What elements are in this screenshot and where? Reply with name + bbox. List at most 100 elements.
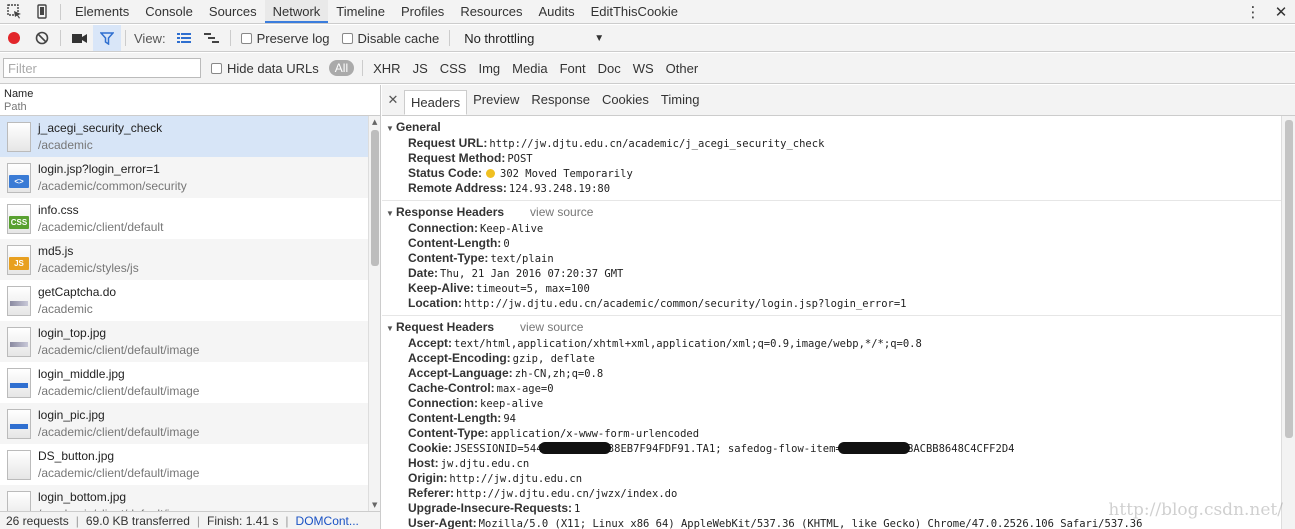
overview-button[interactable] [198,25,226,51]
tab-elements[interactable]: Elements [67,0,137,23]
large-rows-button[interactable] [170,25,198,51]
filter-type-img[interactable]: Img [478,61,500,76]
request-detail-panel: ✕ Headers Preview Response Cookies Timing ▼ G… [382,85,1295,529]
filter-type-js[interactable]: JS [413,61,428,76]
tab-network[interactable]: Network [264,0,329,23]
detail-tab-preview[interactable]: Preview [467,85,525,115]
request-headers-title: Request Headers [396,320,495,334]
tab-sources[interactable]: Sources [201,0,265,23]
filter-toggle-button[interactable] [93,25,121,51]
detail-tab-timing[interactable]: Timing [655,85,706,115]
header-name: Accept-Encoding: [408,351,511,365]
tab-timeline[interactable]: Timeline [328,0,393,23]
filter-input[interactable] [3,58,201,78]
detail-tab-headers[interactable]: Headers [404,90,468,115]
more-menu-icon[interactable]: ⋮ [1239,0,1267,23]
request-row[interactable]: CSS info.css/academic/client/default [0,198,368,239]
request-list-scrollbar[interactable]: ▲ ▼ [368,116,380,511]
header-name: Referer: [408,486,455,500]
close-devtools-icon[interactable]: ✕ [1267,0,1295,23]
scroll-down-icon[interactable]: ▼ [372,501,377,509]
inspect-element-icon[interactable] [0,0,28,23]
device-mode-icon[interactable] [28,0,56,23]
scrollbar-thumb[interactable] [1285,120,1293,438]
header-row: Content-Type: application/x-www-form-urle… [382,426,1281,441]
detail-tab-cookies[interactable]: Cookies [596,85,655,115]
filter-bar: Hide data URLs All XHR JS CSS Img Media Font D… [0,53,1295,84]
clear-button[interactable] [28,25,56,51]
network-toolbar: View: Preserve log Disable cache No thro… [0,25,1295,52]
request-name: login_middle.jpg [38,367,125,381]
request-text: login.jsp?login_error=1/academic/common/… [38,161,187,194]
checkbox-box[interactable] [240,32,252,44]
checkbox-box[interactable] [211,62,222,74]
header-value: 124.93.248.19:80 [508,183,611,195]
request-path: /academic/client/default/image [38,343,200,357]
request-row[interactable]: login_middle.jpg/academic/client/default… [0,362,368,403]
detail-scrollbar[interactable] [1281,116,1295,529]
tab-audits[interactable]: Audits [530,0,582,23]
name-column-header[interactable]: Name Path [0,85,380,116]
expand-triangle-icon: ▼ [386,324,394,333]
request-text: j_acegi_security_check/academic [38,120,162,153]
request-path: /academic [38,302,93,316]
request-row[interactable]: j_acegi_security_check/academic [0,116,368,157]
response-headers-toggle[interactable]: ▼ Response Headers view source [382,203,1281,221]
scrollbar-thumb[interactable] [371,130,379,266]
request-view-source-link[interactable]: view source [520,320,583,334]
request-row[interactable]: JS md5.js/academic/styles/js [0,239,368,280]
separator [60,30,61,46]
filter-type-doc[interactable]: Doc [598,61,621,76]
filter-type-font[interactable]: Font [560,61,586,76]
filter-all-button[interactable]: All [328,60,355,76]
general-section-toggle[interactable]: ▼ General [382,118,1281,136]
capture-screenshots-button[interactable] [65,25,93,51]
throttling-select[interactable]: No throttling ▼ [464,31,604,46]
record-button[interactable] [0,25,28,51]
status-dot-icon [486,169,496,178]
request-row[interactable]: login_pic.jpg/academic/client/default/im… [0,403,368,444]
header-value: 302 Moved Temporarily [500,168,633,180]
header-name: Location: [408,296,462,310]
filter-type-xhr[interactable]: XHR [373,61,400,76]
request-row[interactable]: DS_button.jpg/academic/client/default/im… [0,444,368,485]
header-name: Upgrade-Insecure-Requests: [408,501,573,515]
general-rows: Request URL: http://jw.djtu.edu.cn/academ… [382,136,1281,196]
tab-profiles[interactable]: Profiles [393,0,452,23]
tab-editthiscookie[interactable]: EditThisCookie [583,0,686,23]
request-name: DS_button.jpg [38,449,115,463]
request-row[interactable]: login_bottom.jpg/academic/client/default… [0,485,368,511]
header-value: jw.djtu.edu.cn [440,458,530,470]
request-row[interactable]: <> login.jsp?login_error=1/academic/commo… [0,157,368,198]
request-headers-toggle[interactable]: ▼ Request Headers view source [382,318,1281,336]
filter-type-media[interactable]: Media [512,61,547,76]
header-row: Origin: http://jw.djtu.edu.cn [382,471,1281,486]
close-detail-icon[interactable]: ✕ [382,93,404,108]
request-row[interactable]: getCaptcha.do/academic [0,280,368,321]
separator [60,3,61,20]
checkbox-box[interactable] [341,32,353,44]
devtools-tabbar: Elements Console Sources Network Timeline Pro… [0,0,1295,24]
request-row[interactable]: login_top.jpg/academic/client/default/im… [0,321,368,362]
filter-type-other[interactable]: Other [666,61,699,76]
header-name: Date: [408,266,439,280]
request-text: login_top.jpg/academic/client/default/im… [38,325,199,358]
request-text: login_bottom.jpg/academic/client/default… [38,489,199,511]
preserve-log-checkbox[interactable]: Preserve log [240,31,330,46]
filter-type-css[interactable]: CSS [440,61,467,76]
response-view-source-link[interactable]: view source [530,205,593,219]
tab-console[interactable]: Console [137,0,201,23]
image-file-icon [7,285,31,316]
filter-type-ws[interactable]: WS [633,61,654,76]
hide-data-urls-checkbox[interactable]: Hide data URLs [211,61,319,76]
header-row: Keep-Alive: timeout=5, max=100 [382,281,1281,296]
disable-cache-checkbox[interactable]: Disable cache [341,31,439,46]
header-value: max-age=0 [496,383,554,395]
request-list: j_acegi_security_check/academic <> login.j… [0,116,368,511]
view-label: View: [134,30,166,46]
scroll-up-icon[interactable]: ▲ [372,118,377,126]
header-value: zh-CN,zh;q=0.8 [514,368,604,380]
dropdown-arrow-icon: ▼ [594,32,605,44]
detail-tab-response[interactable]: Response [525,85,596,115]
tab-resources[interactable]: Resources [452,0,530,23]
